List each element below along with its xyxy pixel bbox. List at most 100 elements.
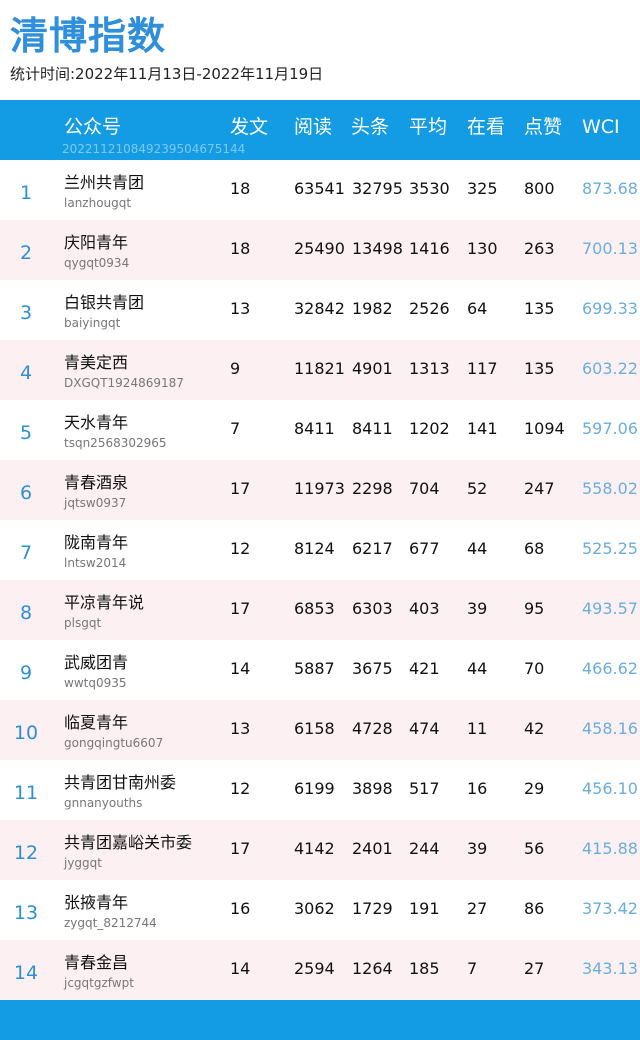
account-name: 兰州共青团 [64, 173, 145, 192]
wci-cell: 456.10 [582, 779, 638, 798]
table-row: 9 武威团青 wwtq0935 14 5887 3675 421 44 70 466.62 [0, 640, 640, 700]
table-row: 4 青美定西 DXGQT1924869187 9 11821 4901 1313 117 135… [0, 340, 640, 400]
average-cell: 474 [409, 719, 440, 738]
reads-cell: 3062 [294, 899, 335, 918]
likes-cell: 70 [524, 659, 545, 678]
account-id: tsqn2568302965 [64, 436, 167, 450]
wci-cell: 525.25 [582, 539, 638, 558]
account-id: jcgqtgzfwpt [64, 976, 134, 990]
posts-cell: 14 [230, 659, 251, 678]
posts-cell: 14 [230, 959, 251, 978]
wci-cell: 466.62 [582, 659, 638, 678]
wci-cell: 873.68 [582, 179, 638, 198]
headline-cell: 2401 [352, 839, 393, 858]
header-average: 平均 [409, 116, 448, 138]
headline-cell: 8411 [352, 419, 393, 438]
reads-cell: 4142 [294, 839, 335, 858]
watching-cell: 39 [467, 839, 488, 858]
headline-cell: 1264 [352, 959, 393, 978]
headline-cell: 1982 [352, 299, 393, 318]
watching-cell: 44 [467, 539, 488, 558]
header-reads: 阅读 [294, 116, 333, 138]
likes-cell: 68 [524, 539, 545, 558]
average-cell: 191 [409, 899, 440, 918]
header-wci: WCI [582, 116, 620, 138]
headline-cell: 2298 [352, 479, 393, 498]
average-cell: 1416 [409, 239, 450, 258]
likes-cell: 247 [524, 479, 555, 498]
header-headline: 头条 [351, 116, 390, 138]
average-cell: 421 [409, 659, 440, 678]
headline-cell: 32795 [352, 179, 403, 198]
headline-cell: 13498 [352, 239, 403, 258]
account-id: jqtsw0937 [64, 496, 127, 510]
watching-cell: 130 [467, 239, 498, 258]
rank-cell: 4 [19, 362, 33, 384]
posts-cell: 17 [230, 479, 251, 498]
reads-cell: 25490 [294, 239, 345, 258]
likes-cell: 42 [524, 719, 545, 738]
wci-cell: 415.88 [582, 839, 638, 858]
watching-cell: 27 [467, 899, 488, 918]
account-id: plsgqt [64, 616, 102, 630]
account-id: jyggqt [64, 856, 102, 870]
reads-cell: 6158 [294, 719, 335, 738]
header-likes: 点赞 [524, 116, 563, 138]
watching-cell: 64 [467, 299, 488, 318]
wci-cell: 558.02 [582, 479, 638, 498]
account-id: zygqt_8212744 [64, 916, 157, 930]
table-row: 8 平凉青年说 plsgqt 17 6853 6303 403 39 95 493.57 [0, 580, 640, 640]
average-cell: 403 [409, 599, 440, 618]
wci-cell: 603.22 [582, 359, 638, 378]
reads-cell: 11973 [294, 479, 345, 498]
reads-cell: 32842 [294, 299, 345, 318]
table-row: 13 张掖青年 zygqt_8212744 16 3062 1729 191 27 86 373.… [0, 880, 640, 940]
account-name: 武威团青 [64, 653, 129, 672]
average-cell: 677 [409, 539, 440, 558]
reads-cell: 6853 [294, 599, 335, 618]
reads-cell: 11821 [294, 359, 345, 378]
wci-cell: 373.42 [582, 899, 638, 918]
reads-cell: 2594 [294, 959, 335, 978]
rank-cell: 13 [13, 902, 39, 924]
watching-cell: 117 [467, 359, 498, 378]
watching-cell: 141 [467, 419, 498, 438]
reads-cell: 63541 [294, 179, 345, 198]
posts-cell: 13 [230, 719, 251, 738]
posts-cell: 13 [230, 299, 251, 318]
account-name: 庆阳青年 [64, 233, 129, 252]
rank-cell: 1 [19, 182, 33, 204]
account-name: 平凉青年说 [64, 593, 145, 612]
rank-cell: 5 [19, 422, 33, 444]
account-id: baiyingqt [64, 316, 121, 330]
average-cell: 1313 [409, 359, 450, 378]
wci-cell: 597.06 [582, 419, 638, 438]
wci-cell: 700.13 [582, 239, 638, 258]
reads-cell: 8124 [294, 539, 335, 558]
likes-cell: 135 [524, 359, 555, 378]
headline-cell: 4728 [352, 719, 393, 738]
header-timestamp: 20221121084923950467514​4 [62, 142, 246, 156]
ranking-table: 1 兰州共青团 lanzhougqt 18 63541 32795 3530 325 800 87… [0, 160, 640, 1000]
watching-cell: 39 [467, 599, 488, 618]
average-cell: 185 [409, 959, 440, 978]
table-row: 3 白银共青团 baiyingqt 13 32842 1982 2526 64 135 699.3… [0, 280, 640, 340]
table-row: 10 临夏青年 gongqingtu6607 13 6158 4728 474 11 42 458… [0, 700, 640, 760]
account-id: qygqt0934 [64, 256, 130, 270]
wci-cell: 699.33 [582, 299, 638, 318]
headline-cell: 3898 [352, 779, 393, 798]
average-cell: 704 [409, 479, 440, 498]
watching-cell: 52 [467, 479, 488, 498]
account-name: 青春金昌 [64, 953, 129, 972]
account-id: wwtq0935 [64, 676, 127, 690]
table-row: 12 共青团嘉峪关市委 jyggqt 17 4142 2401 244 39 56 415.88 [0, 820, 640, 880]
headline-cell: 1729 [352, 899, 393, 918]
rank-cell: 12 [13, 842, 39, 864]
footer-bar [0, 1000, 640, 1040]
posts-cell: 12 [230, 779, 251, 798]
watching-cell: 325 [467, 179, 498, 198]
posts-cell: 17 [230, 599, 251, 618]
likes-cell: 135 [524, 299, 555, 318]
reads-cell: 8411 [294, 419, 335, 438]
table-row: 2 庆阳青年 qygqt0934 18 25490 13498 1416 130 263 700.… [0, 220, 640, 280]
